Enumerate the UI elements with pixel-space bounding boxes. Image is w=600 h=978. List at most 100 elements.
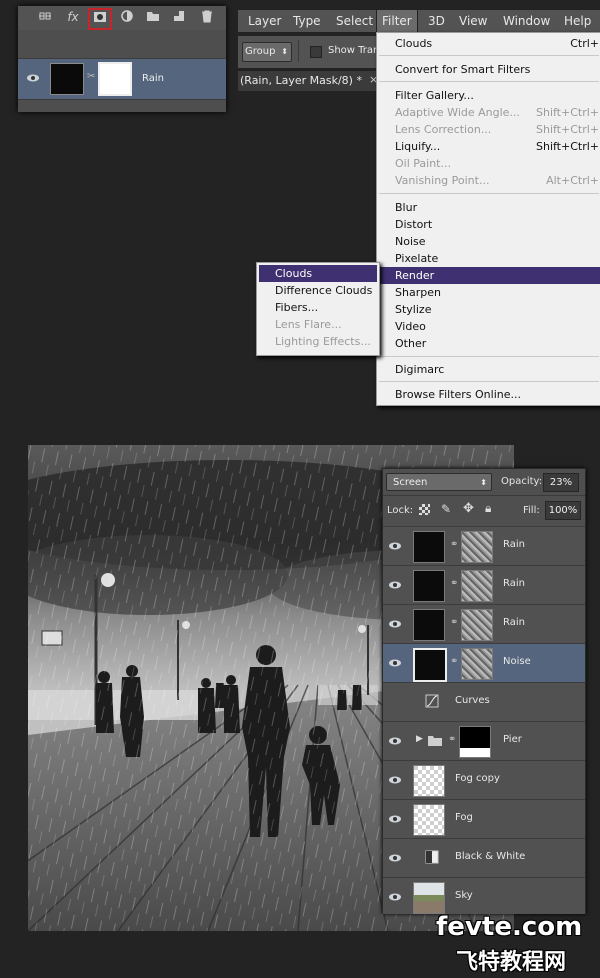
- shortcut: Alt+Ctrl+: [546, 174, 599, 187]
- eye-icon[interactable]: [388, 812, 402, 826]
- lock-transparent-icon[interactable]: [419, 504, 430, 515]
- eye-icon[interactable]: [388, 656, 402, 670]
- menu-item-browse-filters-online[interactable]: Browse Filters Online...: [395, 386, 521, 403]
- eye-icon[interactable]: [388, 851, 402, 865]
- submenu-item-clouds[interactable]: Clouds: [259, 265, 377, 282]
- menu-filter[interactable]: Filter: [376, 9, 418, 33]
- menu-item-sharpen[interactable]: Sharpen: [395, 284, 441, 301]
- submenu-item-fibers[interactable]: Fibers...: [275, 299, 318, 316]
- lock-label: Lock:: [387, 505, 414, 516]
- layer-mask-thumbnail[interactable]: [461, 609, 493, 641]
- menu-type[interactable]: Type: [293, 10, 321, 32]
- layer-row-noise-active[interactable]: ⚭ Noise: [383, 643, 585, 682]
- layer-mask-thumbnail[interactable]: [459, 726, 491, 758]
- menu-item-liquify[interactable]: Liquify...: [395, 138, 440, 155]
- layer-name: Sky: [455, 890, 473, 901]
- shortcut: Shift+Ctrl+: [535, 123, 599, 136]
- link-icon[interactable]: [36, 9, 54, 25]
- layer-mask-thumbnail[interactable]: [98, 62, 132, 96]
- eye-icon[interactable]: [388, 773, 402, 787]
- eye-icon[interactable]: [388, 578, 402, 592]
- eye-icon[interactable]: [388, 617, 402, 631]
- fx-icon[interactable]: fx: [64, 9, 82, 25]
- layer-row-rain-3[interactable]: ⚭ Rain: [383, 604, 585, 643]
- menu-bar: Layer Type Select Filter 3D View Window …: [238, 9, 600, 33]
- add-mask-icon[interactable]: [88, 8, 112, 30]
- menu-item-video[interactable]: Video: [395, 318, 426, 335]
- layer-row-black-white[interactable]: Black & White: [383, 838, 585, 877]
- menu-item-filter-gallery[interactable]: Filter Gallery...: [395, 87, 474, 104]
- layer-row-rain-1[interactable]: ⚭ Rain: [383, 526, 585, 565]
- layer-name: Rain: [142, 73, 164, 84]
- menu-item-distort[interactable]: Distort: [395, 216, 432, 233]
- divider: [383, 495, 585, 496]
- submenu-item-difference-clouds[interactable]: Difference Clouds: [275, 282, 372, 299]
- layer-name: Curves: [455, 695, 490, 706]
- eye-icon[interactable]: [388, 539, 402, 553]
- layer-name: Black & White: [455, 851, 526, 862]
- dropdown-arrow-icon: ⬍: [281, 47, 288, 56]
- folder-icon: [427, 733, 443, 750]
- eye-icon[interactable]: [388, 734, 402, 748]
- auto-select-dropdown[interactable]: Group ⬍: [242, 42, 292, 62]
- menu-item-digimarc[interactable]: Digimarc: [395, 361, 444, 378]
- opacity-input[interactable]: 23%: [543, 473, 579, 492]
- layer-row-rain-2[interactable]: ⚭ Rain: [383, 565, 585, 604]
- menu-window[interactable]: Window: [503, 10, 550, 32]
- menu-layer[interactable]: Layer: [248, 10, 281, 32]
- layers-panel-icon-bar: fx: [18, 6, 226, 30]
- watermark-logo: fevte.com: [436, 912, 583, 942]
- eye-icon[interactable]: [26, 71, 40, 85]
- chain-link-icon[interactable]: ⚭: [450, 578, 458, 589]
- menu-item-stylize[interactable]: Stylize: [395, 301, 431, 318]
- dropdown-arrow-icon: ⬍: [480, 478, 487, 487]
- layer-row-fog[interactable]: Fog: [383, 799, 585, 838]
- document-tab-title: (Rain, Layer Mask/8) *: [240, 74, 362, 87]
- menu-3d[interactable]: 3D: [428, 10, 445, 32]
- layer-row-curves[interactable]: Curves: [383, 682, 585, 721]
- layer-row-sky[interactable]: Sky: [383, 877, 585, 914]
- adjustment-icon[interactable]: [118, 9, 136, 25]
- layer-name: Rain: [503, 578, 525, 589]
- layer-row-rain-selected[interactable]: ✂ Rain: [18, 58, 226, 100]
- layer-mask-thumbnail[interactable]: [461, 648, 493, 680]
- menu-help[interactable]: Help: [564, 10, 591, 32]
- menu-view[interactable]: View: [459, 10, 487, 32]
- chain-link-icon[interactable]: ⚭: [450, 656, 458, 667]
- blend-mode-dropdown[interactable]: Screen ⬍: [386, 473, 492, 491]
- menu-item-other[interactable]: Other: [395, 335, 426, 352]
- menu-select[interactable]: Select: [336, 10, 373, 32]
- chain-link-icon[interactable]: ⚭: [450, 539, 458, 550]
- folder-icon[interactable]: [144, 9, 162, 25]
- menu-item-vanishing-point: Vanishing Point...: [395, 174, 490, 187]
- menu-item-pixelate[interactable]: Pixelate: [395, 250, 438, 267]
- eye-icon[interactable]: [388, 890, 402, 904]
- layer-mask-thumbnail[interactable]: [461, 570, 493, 602]
- layer-thumbnail: [413, 609, 445, 641]
- layer-row-pier-group[interactable]: ▶ ⚭ Pier: [383, 721, 585, 760]
- black-white-adjustment-icon: [425, 850, 439, 864]
- menu-item-blur[interactable]: Blur: [395, 199, 417, 216]
- chain-link-icon[interactable]: ⚭: [448, 734, 456, 745]
- document-tab[interactable]: (Rain, Layer Mask/8) * ×: [238, 70, 378, 91]
- lock-position-icon[interactable]: ✥: [463, 501, 474, 516]
- menu-item-render[interactable]: Render: [377, 267, 600, 284]
- menu-item-noise[interactable]: Noise: [395, 233, 426, 250]
- chain-link-icon[interactable]: ⚭: [450, 617, 458, 628]
- new-layer-icon[interactable]: [170, 9, 188, 25]
- expand-arrow-icon[interactable]: ▶: [416, 734, 423, 744]
- layer-row-fog-copy[interactable]: Fog copy: [383, 760, 585, 799]
- fill-input[interactable]: 100%: [545, 501, 581, 520]
- layer-mask-thumbnail[interactable]: [461, 531, 493, 563]
- show-transform-checkbox[interactable]: [310, 46, 322, 58]
- menu-item-oil-paint: Oil Paint...: [395, 157, 451, 170]
- trash-icon[interactable]: [198, 9, 216, 25]
- lock-all-icon[interactable]: 🔒︎: [485, 501, 491, 516]
- layer-thumbnail: [413, 882, 445, 914]
- submenu-item-lens-flare: Lens Flare...: [275, 318, 342, 331]
- lock-pixels-icon[interactable]: ✎: [441, 502, 451, 516]
- menu-item-clouds[interactable]: Clouds: [395, 35, 432, 52]
- chain-link-icon[interactable]: ✂: [87, 71, 95, 82]
- menu-item-convert-smart-filters[interactable]: Convert for Smart Filters: [395, 61, 530, 78]
- menu-separator: [379, 55, 599, 56]
